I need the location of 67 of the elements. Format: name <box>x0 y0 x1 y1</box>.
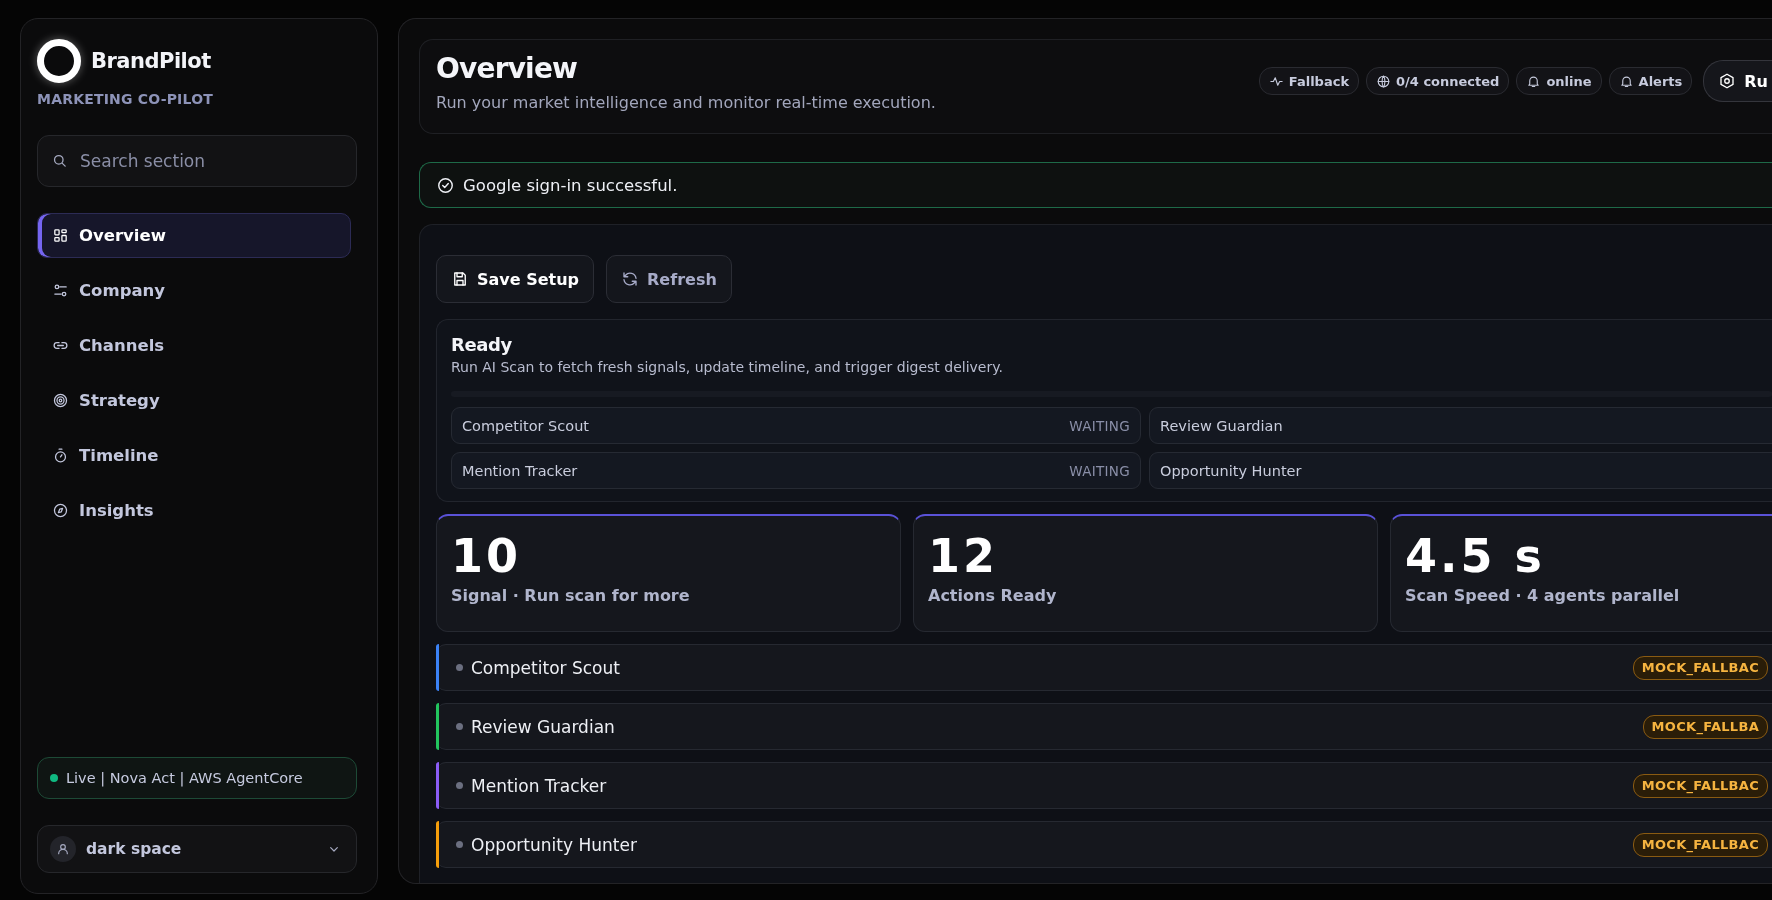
save-button[interactable]: Save Setup <box>436 255 595 303</box>
agent-name: Mention Tracker <box>471 775 607 796</box>
panel-title: Ready <box>451 334 513 355</box>
target-icon <box>52 392 69 409</box>
run-button[interactable]: Ru <box>1703 60 1772 102</box>
refresh-icon <box>621 270 640 288</box>
status-dot <box>50 774 58 782</box>
status-pill[interactable]: Fallback <box>1258 67 1360 95</box>
status-dot <box>456 664 463 671</box>
agent-row[interactable]: Opportunity Hunter MOCK_FALLBAC <box>436 821 1772 868</box>
mode-badge: MOCK_FALLBAC <box>1632 832 1768 857</box>
nav-item[interactable]: Insights <box>37 488 351 533</box>
grid-icon <box>52 227 69 244</box>
user-menu[interactable]: dark space <box>37 825 357 873</box>
mode-badge: MOCK_FALLBAC <box>1632 773 1768 798</box>
logo-icon <box>37 39 81 83</box>
stat-value: 4.5 s <box>1405 528 1546 584</box>
stat-label: Signal · Run scan for more <box>451 586 691 605</box>
agent-name: Competitor Scout <box>462 417 589 434</box>
refresh-button[interactable]: Refresh <box>606 255 732 303</box>
nav-item[interactable]: Timeline <box>37 433 351 478</box>
agent-name: Review Guardian <box>471 716 615 737</box>
status-pill[interactable]: 0/4 connected <box>1366 67 1510 95</box>
mode-badge: MOCK_FALLBAC <box>1632 655 1768 680</box>
nav-item[interactable]: Channels <box>37 323 351 368</box>
brand-name: BrandPilot <box>91 49 211 73</box>
agent-row[interactable]: Competitor Scout MOCK_FALLBAC <box>436 644 1772 691</box>
agent-row[interactable]: Mention Tracker MOCK_FALLBAC <box>436 762 1772 809</box>
agent-name: Competitor Scout <box>471 657 620 678</box>
status-dot <box>456 723 463 730</box>
stat-value: 10 <box>451 528 522 584</box>
nav-item[interactable]: Company <box>37 268 351 313</box>
mode-badge: MOCK_FALLBA <box>1642 714 1768 739</box>
status-dot <box>456 782 463 789</box>
stopwatch-icon <box>52 447 69 464</box>
status-dot <box>456 841 463 848</box>
agent-status: WAITING <box>1069 417 1130 434</box>
page-subtitle: Run your market intelligence and monitor real-time execution. <box>436 93 936 112</box>
stat-label: Actions Ready <box>928 586 1058 605</box>
panel-description: Run AI Scan to fetch fresh signals, update timeline, and trigger digest delivery. <box>451 359 1004 375</box>
agent-status: WAITING <box>1069 462 1130 479</box>
compass-icon <box>52 502 69 519</box>
search-icon <box>51 152 68 169</box>
search-field[interactable]: Search section <box>37 135 357 187</box>
agent-name: Opportunity Hunter <box>471 834 637 855</box>
agent-name: Opportunity Hunter <box>1160 462 1302 479</box>
user-icon <box>55 841 71 857</box>
hexagon-icon <box>1718 72 1737 90</box>
status-text: Live | Nova Act | AWS AgentCore <box>66 770 303 786</box>
check-circle-icon <box>436 175 455 195</box>
agent-name: Mention Tracker <box>462 462 578 479</box>
bell-icon <box>1618 73 1634 89</box>
status-pill[interactable]: online <box>1516 67 1602 95</box>
globe-icon <box>1376 73 1392 89</box>
status-pill[interactable]: Alerts <box>1608 67 1693 95</box>
toast-text: Google sign-in successful. <box>463 175 678 195</box>
agent-name: Review Guardian <box>1160 417 1283 434</box>
agent-row[interactable]: Review Guardian MOCK_FALLBA <box>436 703 1772 750</box>
tagline: MARKETING CO-PILOT <box>37 91 214 107</box>
bell-icon <box>1526 73 1542 89</box>
save-icon <box>451 270 469 288</box>
stat-label: Scan Speed · 4 agents parallel <box>1405 586 1681 605</box>
nav-item[interactable]: Overview <box>37 213 351 258</box>
page-title: Overview <box>436 52 579 85</box>
sliders-icon <box>52 282 69 299</box>
nav-item[interactable]: Strategy <box>37 378 351 423</box>
stat-value: 12 <box>928 528 999 584</box>
